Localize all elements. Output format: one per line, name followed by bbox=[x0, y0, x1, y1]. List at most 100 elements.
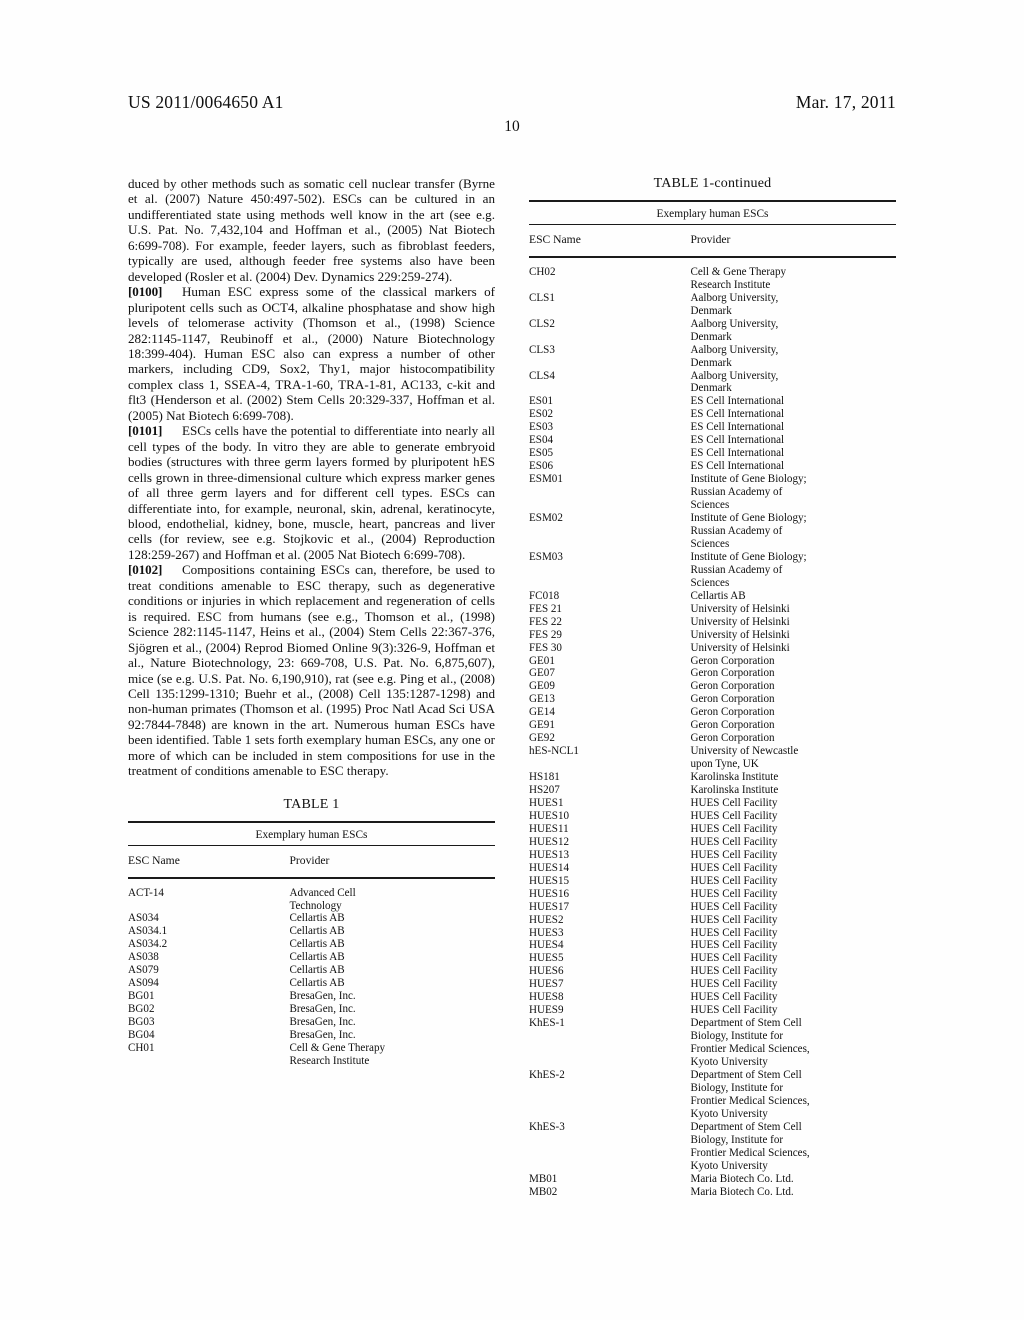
table-row: HUES13 HUES Cell Facility bbox=[529, 849, 896, 862]
table-1-continued-col-provider: Provider bbox=[690, 224, 896, 258]
table-row: GE14 Geron Corporation bbox=[529, 706, 896, 719]
esc-name-cell: HUES6 bbox=[529, 965, 564, 978]
provider-cell: HUES Cell Facility bbox=[690, 913, 778, 926]
esc-name-cell: HUES8 bbox=[529, 991, 564, 1004]
table-1: Exemplary human ESCs ESC Name Provider A… bbox=[128, 820, 495, 1068]
provider-cell: Cellartis AB bbox=[289, 977, 345, 990]
esc-name-cell: HUES16 bbox=[529, 887, 570, 900]
esc-name-cell: AS079 bbox=[128, 964, 159, 977]
table-row: HUES7 HUES Cell Facility bbox=[529, 978, 896, 991]
provider-cell: Department of Stem Cell Biology, Institu… bbox=[690, 1017, 810, 1069]
provider-cell: ES Cell International bbox=[690, 408, 785, 421]
esc-name-cell: ESM01 bbox=[529, 473, 563, 486]
table-1-continued-caption: TABLE 1-continued bbox=[653, 176, 772, 191]
provider-cell: HUES Cell Facility bbox=[690, 926, 778, 939]
table-1-col-esc-name: ESC Name bbox=[128, 845, 290, 879]
table-1-continued: Exemplary human ESCs ESC Name Provider C… bbox=[529, 200, 896, 1199]
esc-name-cell: HUES10 bbox=[529, 809, 570, 822]
table-row: HUES12 HUES Cell Facility bbox=[529, 836, 896, 849]
esc-name-cell: GE91 bbox=[529, 719, 555, 732]
provider-cell: ES Cell International bbox=[690, 460, 785, 473]
table-row: ES02 ES Cell International bbox=[529, 408, 896, 421]
esc-name-cell: FES 30 bbox=[529, 641, 562, 654]
paragraph-number: [0102] bbox=[128, 562, 163, 578]
table-row: ES04 ES Cell International bbox=[529, 434, 896, 447]
provider-cell: University of Helsinki bbox=[690, 615, 790, 628]
paragraph-0100: [0100] Human ESC express some of the cla… bbox=[128, 284, 495, 423]
esc-name-cell: KhES-3 bbox=[529, 1120, 565, 1133]
paragraph-0102: [0102] Compositions containing ESCs can,… bbox=[128, 562, 495, 778]
provider-cell: Cellartis AB bbox=[289, 912, 345, 925]
table-row: HUES5 HUES Cell Facility bbox=[529, 952, 896, 965]
esc-name-cell: HUES9 bbox=[529, 1004, 564, 1017]
table-row: ESM03 Institute of Gene Biology; Russian … bbox=[529, 551, 896, 590]
table-row: CH01 Cell & Gene Therapy Research Institu… bbox=[128, 1042, 495, 1068]
provider-cell: Department of Stem Cell Biology, Institu… bbox=[690, 1069, 810, 1120]
table-row: ES05 ES Cell International bbox=[529, 447, 896, 460]
table-row: AS034 Cellartis AB bbox=[128, 912, 495, 925]
esc-name-cell: HUES4 bbox=[529, 939, 564, 952]
provider-cell: Advanced Cell Technology bbox=[289, 886, 356, 912]
table-row: hES-NCL1 University of Newcastle upon Tyn… bbox=[529, 745, 896, 771]
table-row: BG04 BresaGen, Inc. bbox=[128, 1029, 495, 1042]
esc-name-cell: ES04 bbox=[529, 434, 554, 447]
provider-cell: HUES Cell Facility bbox=[690, 952, 778, 965]
esc-name-cell: GE01 bbox=[529, 654, 555, 667]
paragraph-text: Compositions containing ESCs can, theref… bbox=[128, 562, 495, 779]
provider-cell: HUES Cell Facility bbox=[690, 848, 778, 861]
provider-cell: ES Cell International bbox=[690, 421, 785, 434]
provider-cell: Geron Corporation bbox=[690, 667, 775, 680]
provider-cell: Institute of Gene Biology; Russian Acade… bbox=[690, 473, 807, 512]
esc-name-cell: ES06 bbox=[529, 460, 554, 473]
table-row: CLS4 Aalborg University, Denmark bbox=[529, 370, 896, 396]
provider-cell: ES Cell International bbox=[690, 447, 785, 460]
paragraph-text: Human ESC express some of the classical … bbox=[128, 284, 495, 423]
provider-cell: Karolinska Institute bbox=[690, 771, 779, 784]
patent-page: US 2011/0064650 A1 Mar. 17, 2011 10 duce… bbox=[0, 0, 1024, 1320]
table-row: ESM02 Institute of Gene Biology; Russian … bbox=[529, 512, 896, 551]
table-row: KhES-1 Department of Stem Cell Biology, I… bbox=[529, 1017, 896, 1069]
provider-cell: Geron Corporation bbox=[690, 693, 775, 706]
provider-cell: HUES Cell Facility bbox=[690, 991, 778, 1004]
table-row: HUES10 HUES Cell Facility bbox=[529, 810, 896, 823]
table-row: BG01 BresaGen, Inc. bbox=[128, 990, 495, 1003]
esc-name-cell: HUES5 bbox=[529, 952, 564, 965]
table-row: CH02 Cell & Gene Therapy Research Institu… bbox=[529, 257, 896, 292]
table-row: HUES15 HUES Cell Facility bbox=[529, 875, 896, 888]
provider-cell: Cell & Gene Therapy Research Institute bbox=[289, 1042, 386, 1067]
table-row: AS034.2 Cellartis AB bbox=[128, 938, 495, 951]
table-row: KhES-3 Department of Stem Cell Biology, I… bbox=[529, 1121, 896, 1173]
provider-cell: Maria Biotech Co. Ltd. bbox=[690, 1172, 794, 1185]
esc-name-cell: BG04 bbox=[128, 1029, 155, 1042]
esc-name-cell: MB02 bbox=[529, 1185, 558, 1198]
provider-cell: HUES Cell Facility bbox=[690, 1004, 778, 1017]
table-row: HUES11 HUES Cell Facility bbox=[529, 823, 896, 836]
esc-name-cell: HUES13 bbox=[529, 848, 570, 861]
provider-cell: Cellartis AB bbox=[289, 964, 345, 977]
table-row: HS207 Karolinska Institute bbox=[529, 784, 896, 797]
esc-name-cell: HUES1 bbox=[529, 796, 564, 809]
provider-cell: HUES Cell Facility bbox=[690, 900, 778, 913]
provider-cell: HUES Cell Facility bbox=[690, 939, 778, 952]
esc-name-cell: HUES7 bbox=[529, 978, 564, 991]
esc-name-cell: HUES3 bbox=[529, 926, 564, 939]
table-1-continued-body: CH02 Cell & Gene Therapy Research Institu… bbox=[529, 257, 896, 1199]
esc-name-cell: ESM02 bbox=[529, 512, 563, 525]
provider-cell: ES Cell International bbox=[690, 434, 785, 447]
esc-name-cell: ACT-14 bbox=[128, 886, 164, 899]
publication-number: US 2011/0064650 A1 bbox=[128, 92, 284, 112]
provider-cell: HUES Cell Facility bbox=[690, 861, 778, 874]
table-row: FES 29 University of Helsinki bbox=[529, 629, 896, 642]
provider-cell: HUES Cell Facility bbox=[690, 978, 778, 991]
table-row: HUES2 HUES Cell Facility bbox=[529, 914, 896, 927]
esc-name-cell: KhES-2 bbox=[529, 1069, 565, 1081]
esc-name-cell: CH02 bbox=[529, 265, 556, 278]
table-1-col-provider: Provider bbox=[289, 845, 495, 879]
provider-cell: Department of Stem Cell Biology, Institu… bbox=[690, 1120, 810, 1172]
left-column-paragraphs: duced by other methods such as somatic c… bbox=[128, 176, 495, 779]
table-row: ESM01 Institute of Gene Biology; Russian … bbox=[529, 473, 896, 512]
table-row: CLS1 Aalborg University, Denmark bbox=[529, 292, 896, 318]
table-row: HUES14 HUES Cell Facility bbox=[529, 862, 896, 875]
table-row: AS038 Cellartis AB bbox=[128, 951, 495, 964]
esc-name-cell: GE92 bbox=[529, 732, 555, 745]
